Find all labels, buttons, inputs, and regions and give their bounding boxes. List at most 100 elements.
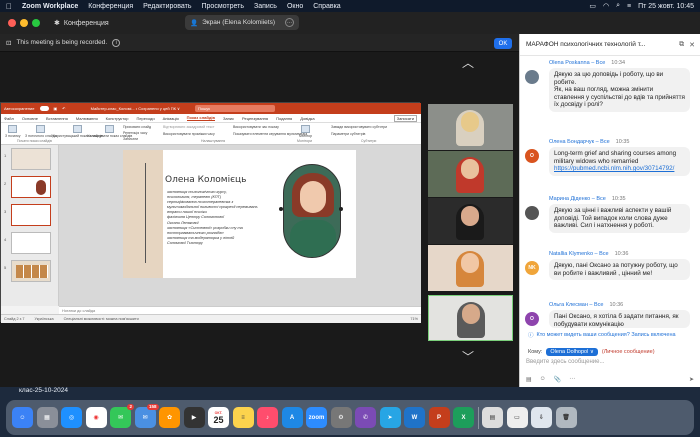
more-icon[interactable]: ··· [569,376,575,385]
messages-icon[interactable]: ✉ 2 [110,404,134,428]
message-author[interactable]: Olena Poskanna – Все [549,60,605,66]
wifi-icon[interactable]: ◠ [603,2,609,10]
message-author[interactable]: Олена Бондарчук – Все [549,139,610,145]
excel-icon[interactable]: X [453,407,474,428]
mail-icon[interactable]: ✉ 158 [134,404,159,428]
status-language[interactable]: Українська [35,317,54,321]
message-author[interactable]: Марина Діденко – Все [549,196,606,202]
ribbon-subtitle-settings[interactable]: Параметри субтитрів [331,132,365,136]
finder-icon[interactable]: ☺ [12,407,33,428]
ppt-tab-animation[interactable]: Анімація [163,116,179,121]
desktop-file-label[interactable]: клас-25-10-2024 [19,387,68,394]
safari-icon[interactable]: ◎ [61,407,82,428]
ppt-tab-draw[interactable]: Малювання [76,116,98,121]
gallery-down-chevron-icon[interactable]: ﹀ [460,351,476,363]
message-author[interactable]: Ольга Клесман – Все [549,302,603,308]
emoji-icon[interactable]: ☺ [540,376,546,385]
powerpoint-icon[interactable]: P [428,407,450,428]
ppt-tab-help[interactable]: Довідка [300,116,314,121]
ppt-tab-file[interactable]: Файл [4,116,14,121]
autosave-label[interactable]: Автосохранение [4,106,35,111]
more-options-icon[interactable]: ··· [285,18,294,27]
music-icon[interactable]: ♪ [257,407,278,428]
recording-ok-button[interactable]: OK [494,38,512,49]
status-zoom[interactable]: 71% [410,317,418,321]
ribbon-play-timings[interactable]: Використовувати час показу [233,125,279,129]
recent-window-icon[interactable]: ▭ [506,407,528,428]
downloads-icon[interactable]: ⇩ [531,407,552,428]
slide-thumbnail-1[interactable] [11,148,51,170]
ribbon-from-start[interactable]: З початку [5,125,20,138]
facetime-icon[interactable]: ▶ [183,407,205,428]
send-icon[interactable]: ➤ [689,376,694,385]
message-link[interactable]: https://pubmed.ncbi.nlm.nih.gov/30714792… [554,165,674,172]
ppt-tab-slideshow[interactable]: Показ слайдів [186,115,215,121]
battery-icon[interactable]: ▭ [589,2,596,10]
telegram-icon[interactable]: ➤ [379,407,401,428]
conference-button[interactable]: ✱ Конференция [54,19,109,28]
calendar-icon[interactable]: ОКТ. 25 [208,407,229,428]
ppt-tab-view[interactable]: Подання [276,116,292,121]
menu-app-name[interactable]: Zoom Workplace [22,3,78,10]
search-icon[interactable]: ⌕ [616,2,620,10]
launchpad-icon[interactable]: ▦ [36,407,58,428]
video-tile-4[interactable] [428,245,513,291]
slide-thumbnail-5[interactable] [11,260,51,282]
chat-message-input[interactable]: Введите здесь сообщение... [526,359,694,369]
recipient-dropdown[interactable]: Olena Dolhopol ∨ [546,348,598,356]
ppt-record-button[interactable]: Записати [393,114,417,122]
ribbon-hide-slide[interactable]: Приховати слайд [123,125,151,129]
video-tile-active-speaker[interactable] [428,295,513,341]
system-settings-icon[interactable]: ⚙ [330,407,352,428]
close-window-icon[interactable] [8,19,16,27]
ribbon-use-timings[interactable]: Використовувати проміжки часу [163,132,215,136]
ppt-tab-insert[interactable]: Вставлення [46,116,68,121]
chat-close-icon[interactable]: ✕ [689,41,695,49]
autosave-toggle[interactable] [39,106,49,111]
zoom-icon[interactable]: zoom [306,407,327,428]
apple-icon[interactable]:  [6,2,12,11]
minimize-window-icon[interactable] [20,19,28,27]
ribbon-play-narrations[interactable]: Відтворювати закадровий текст [163,125,215,129]
current-slide[interactable]: Олена Коломієць засновниця психологічног… [123,150,356,278]
info-icon[interactable]: i [112,38,121,47]
trash-icon[interactable]: 🗑 [555,407,577,428]
control-center-icon[interactable]: ≡ [627,3,631,10]
menu-item-record[interactable]: Запись [254,3,277,10]
viber-icon[interactable]: ✆ [355,407,376,428]
slide-notes[interactable]: Нотатки до слайда [59,306,421,314]
ppt-filename[interactable]: Майстер-клас_Коломі... • Сохранено у цей… [91,106,180,111]
slide-thumbnail-3[interactable] [11,204,51,226]
menu-item-edit[interactable]: Редактировать [143,3,191,10]
chat-visibility-info[interactable]: ⓘ Кто может видеть ваши сообщения? Запис… [520,330,700,340]
menu-item-help[interactable]: Справка [313,3,340,10]
save-icon[interactable]: ▣ [54,106,58,111]
ribbon-record[interactable]: Записати [123,137,138,141]
menu-item-conference[interactable]: Конференция [88,3,133,10]
recent-file-icon[interactable]: ▤ [482,407,503,428]
ppt-tab-record[interactable]: Запис [223,116,234,121]
notes-icon[interactable]: ≡ [232,407,254,428]
format-icon[interactable]: ▤ [526,376,532,385]
gallery-up-chevron-icon[interactable]: ︿ [460,57,476,69]
chrome-icon[interactable]: ◉ [85,407,107,428]
ribbon-media-controls[interactable]: Показувати елементи керування мультимеді… [233,132,307,136]
menubar-clock[interactable]: Пт 25 жовт. 10:45 [638,3,694,10]
photos-icon[interactable]: ✿ [159,407,180,428]
slide-thumbnail-2[interactable] [11,176,51,198]
ppt-tab-design[interactable]: Конструктор [106,116,129,121]
word-icon[interactable]: W [404,407,425,428]
ribbon-always-subtitles[interactable]: Завжди використовувати субтитри [331,125,387,129]
ppt-tab-transitions[interactable]: Переходи [136,116,154,121]
screen-share-pill[interactable]: 👤 Экран (Elena Kolomiiets) ··· [185,15,299,30]
message-author[interactable]: Natallia Klymenko – Все [549,251,609,257]
ppt-tab-home[interactable]: Основне [22,116,38,121]
maximize-window-icon[interactable] [32,19,40,27]
slide-thumbnail-4[interactable] [11,232,51,254]
video-tile-2[interactable] [428,151,513,197]
video-tile-1[interactable] [428,104,513,150]
attach-icon[interactable]: 📎 [554,376,561,385]
chat-popout-icon[interactable]: ⧉ [679,41,684,49]
undo-icon[interactable]: ↶ [62,106,65,111]
ppt-search-input[interactable]: Пошук [194,105,275,112]
